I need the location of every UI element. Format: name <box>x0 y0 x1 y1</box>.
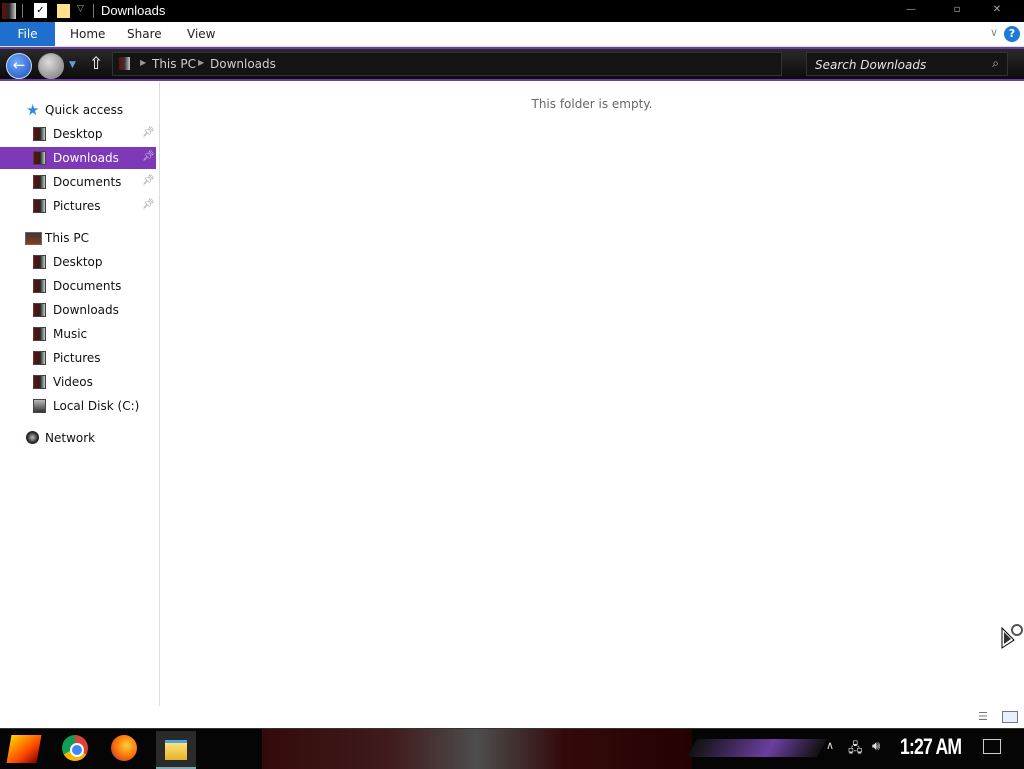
sidebar-item-label: Desktop <box>53 255 103 269</box>
sidebar-item-local-disk[interactable]: Local Disk (C:) <box>0 395 156 417</box>
sidebar-item-label: Quick access <box>45 103 124 117</box>
sidebar-item-documents[interactable]: Documents 📌︎ <box>0 171 156 193</box>
tab-view[interactable]: View <box>187 22 215 46</box>
drive-icon <box>33 399 46 413</box>
navigation-bar: ← ▼ ⇧ ▶ This PC ▶ Downloads ⌕ <box>0 47 1024 81</box>
sidebar-item-label: Music <box>53 327 88 341</box>
app-icon[interactable] <box>2 3 16 19</box>
file-explorer-taskbar-button[interactable] <box>156 731 196 769</box>
search-box[interactable]: ⌕ <box>806 52 1008 76</box>
sidebar-item-label: Videos <box>53 375 93 389</box>
details-view-icon[interactable]: ☰ <box>978 710 988 723</box>
breadcrumb-this-pc[interactable]: This PC <box>152 57 196 71</box>
chrome-icon[interactable] <box>62 735 88 761</box>
search-input[interactable] <box>813 56 987 74</box>
help-icon[interactable]: ? <box>1004 26 1020 42</box>
downloads-folder-icon <box>33 151 46 165</box>
sidebar-item-label: Downloads <box>53 151 119 165</box>
pin-icon[interactable]: 📌︎ <box>142 151 155 162</box>
large-icons-view-icon[interactable] <box>1002 711 1018 723</box>
sidebar-item-label: Pictures <box>53 199 101 213</box>
sidebar-item-label: Desktop <box>53 127 103 141</box>
pin-icon[interactable]: 📌︎ <box>142 127 155 138</box>
start-logo[interactable] <box>6 735 42 763</box>
sidebar-item-label: Pictures <box>53 351 101 365</box>
sidebar-item-label: Downloads <box>53 303 119 317</box>
tab-file[interactable]: File <box>0 22 55 46</box>
show-hidden-icons-chevron-icon[interactable]: ∧ <box>826 739 834 752</box>
action-center-icon[interactable] <box>983 739 1001 754</box>
new-folder-icon[interactable] <box>57 4 70 18</box>
sidebar-item-pc-desktop[interactable]: Desktop <box>0 251 156 273</box>
taskbar-wallpaper-art <box>262 729 692 769</box>
sidebar-item-quick-access[interactable]: ★ Quick access <box>0 99 156 121</box>
divider <box>93 4 94 18</box>
ribbon-tabs: File Home Share View ∨ ? <box>0 22 1024 47</box>
divider <box>22 4 23 18</box>
sidebar-item-pc-pictures[interactable]: Pictures <box>0 347 156 369</box>
network-icon <box>26 431 39 444</box>
title-bar: ✓ ▽ Downloads — ▫ ✕ <box>0 0 1024 22</box>
volume-icon[interactable]: 🔊︎ <box>872 739 880 754</box>
window-title: Downloads <box>101 3 166 18</box>
back-button[interactable]: ← <box>6 53 32 79</box>
documents-folder-icon <box>33 175 46 189</box>
desktop-folder-icon <box>33 255 46 269</box>
sidebar-item-downloads[interactable]: Downloads 📌︎ <box>0 147 156 169</box>
address-bar[interactable]: ▶ This PC ▶ Downloads <box>112 52 782 76</box>
sidebar-item-this-pc[interactable]: This PC <box>0 227 156 249</box>
pictures-folder-icon <box>33 351 46 365</box>
sidebar-item-pictures[interactable]: Pictures 📌︎ <box>0 195 156 217</box>
location-icon <box>119 57 130 70</box>
back-arrow-icon: ← <box>12 56 26 74</box>
sidebar-item-label: Network <box>45 431 96 445</box>
documents-folder-icon <box>33 279 46 293</box>
tab-share[interactable]: Share <box>127 22 162 46</box>
desktop-folder-icon <box>33 127 46 141</box>
sidebar-item-network[interactable]: Network <box>0 427 156 449</box>
recent-locations-dropdown-icon[interactable]: ▼ <box>69 60 76 70</box>
sidebar-item-pc-videos[interactable]: Videos <box>0 371 156 393</box>
sidebar-item-label: Local Disk (C:) <box>53 399 140 413</box>
network-tray-icon[interactable]: 🖧︎ <box>848 739 863 761</box>
pin-icon[interactable]: 📌︎ <box>142 175 155 186</box>
sidebar-item-label: Documents <box>53 175 122 189</box>
taskbar: ∧ 🖧︎ 🔊︎ 1:27 AM <box>0 728 1024 769</box>
busy-cursor-icon <box>1001 624 1023 649</box>
pin-icon[interactable]: 📌︎ <box>142 199 155 210</box>
downloads-folder-icon <box>33 303 46 317</box>
taskbar-decoration <box>686 739 828 757</box>
file-explorer-icon <box>165 740 187 760</box>
minimize-button[interactable]: — <box>896 2 926 18</box>
chevron-right-icon[interactable]: ▶ <box>140 58 146 67</box>
empty-folder-message: This folder is empty. <box>531 97 653 111</box>
computer-icon <box>25 232 42 245</box>
taskbar-clock[interactable]: 1:27 AM <box>900 734 962 760</box>
customize-chevron-icon[interactable]: ▽ <box>77 4 84 20</box>
sidebar-item-label: This PC <box>45 231 89 245</box>
close-button[interactable]: ✕ <box>982 2 1012 18</box>
chevron-right-icon[interactable]: ▶ <box>198 58 204 67</box>
expand-ribbon-chevron-icon[interactable]: ∨ <box>990 26 998 39</box>
music-folder-icon <box>33 327 46 341</box>
tab-home[interactable]: Home <box>70 22 105 46</box>
sidebar-item-pc-music[interactable]: Music <box>0 323 156 345</box>
properties-icon[interactable]: ✓ <box>34 3 47 18</box>
sidebar-item-desktop[interactable]: Desktop 📌︎ <box>0 123 156 145</box>
star-icon: ★ <box>26 101 40 119</box>
sidebar-item-pc-documents[interactable]: Documents <box>0 275 156 297</box>
search-icon[interactable]: ⌕ <box>992 56 999 71</box>
firefox-icon[interactable] <box>111 735 137 761</box>
breadcrumb-downloads[interactable]: Downloads <box>210 57 276 71</box>
sidebar-item-label: Documents <box>53 279 122 293</box>
navigation-pane: ★ Quick access Desktop 📌︎ Downloads 📌︎ D… <box>0 82 160 706</box>
up-arrow-icon[interactable]: ⇧ <box>89 54 103 74</box>
maximize-button[interactable]: ▫ <box>942 2 972 18</box>
videos-folder-icon <box>33 375 46 389</box>
forward-button[interactable] <box>38 53 64 79</box>
sidebar-item-pc-downloads[interactable]: Downloads <box>0 299 156 321</box>
pictures-folder-icon <box>33 199 46 213</box>
